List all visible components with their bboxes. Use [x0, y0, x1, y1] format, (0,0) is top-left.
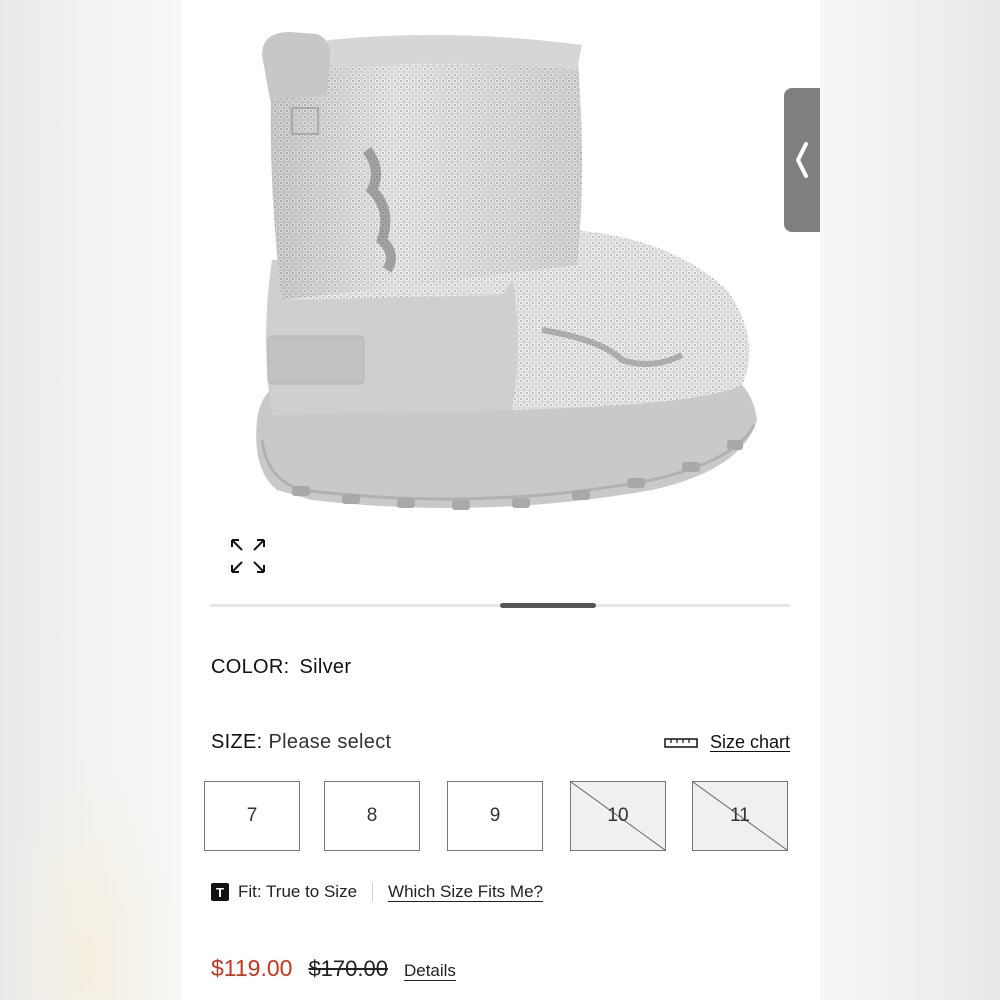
- which-size-fits-link[interactable]: Which Size Fits Me?: [388, 882, 543, 902]
- color-value: Silver: [299, 656, 352, 678]
- size-chart-link[interactable]: Size chart: [664, 732, 790, 753]
- color-selection: COLOR: Silver: [211, 656, 351, 679]
- size-option-label: 7: [246, 805, 258, 826]
- size-option-label: 11: [730, 805, 750, 826]
- original-price: $170.00: [308, 956, 388, 981]
- product-image[interactable]: [182, 0, 820, 530]
- price-info: $119.00 $170.00 Details: [211, 955, 456, 982]
- expand-arrows-icon[interactable]: [228, 536, 268, 576]
- size-option-9[interactable]: 9: [447, 781, 543, 851]
- sale-price: $119.00: [211, 955, 293, 981]
- side-panel-tab[interactable]: [784, 88, 820, 232]
- size-option-label: 9: [489, 805, 501, 826]
- size-selection: SIZE: Please select: [211, 731, 391, 754]
- background-blur: [0, 750, 180, 1000]
- divider: [372, 883, 374, 901]
- size-option-11-unavailable[interactable]: 11: [692, 781, 788, 851]
- size-option-10-unavailable[interactable]: 10: [570, 781, 666, 851]
- true-fit-badge-icon: T: [211, 883, 229, 901]
- size-option-7[interactable]: 7: [204, 781, 300, 851]
- size-option-8[interactable]: 8: [324, 781, 420, 851]
- size-option-label: 10: [607, 805, 629, 826]
- size-value: Please select: [268, 731, 392, 753]
- size-option-label: 8: [366, 805, 378, 826]
- ruler-icon: [664, 737, 698, 748]
- fit-text: Fit: True to Size: [238, 882, 358, 901]
- size-chart-label: Size chart: [709, 732, 790, 752]
- color-label: COLOR:: [211, 656, 290, 678]
- size-options: 7 8 9 10 11: [182, 781, 820, 853]
- price-details-link[interactable]: Details: [404, 961, 456, 981]
- fit-info: T Fit: True to Size Which Size Fits Me?: [211, 882, 543, 902]
- product-page: COLOR: Silver SIZE: Please select Size cha…: [182, 0, 820, 1000]
- carousel-scrollbar-thumb[interactable]: [500, 603, 596, 608]
- carousel-scrollbar[interactable]: [210, 603, 790, 608]
- size-label: SIZE:: [211, 731, 263, 753]
- chevron-left-icon: [796, 142, 808, 178]
